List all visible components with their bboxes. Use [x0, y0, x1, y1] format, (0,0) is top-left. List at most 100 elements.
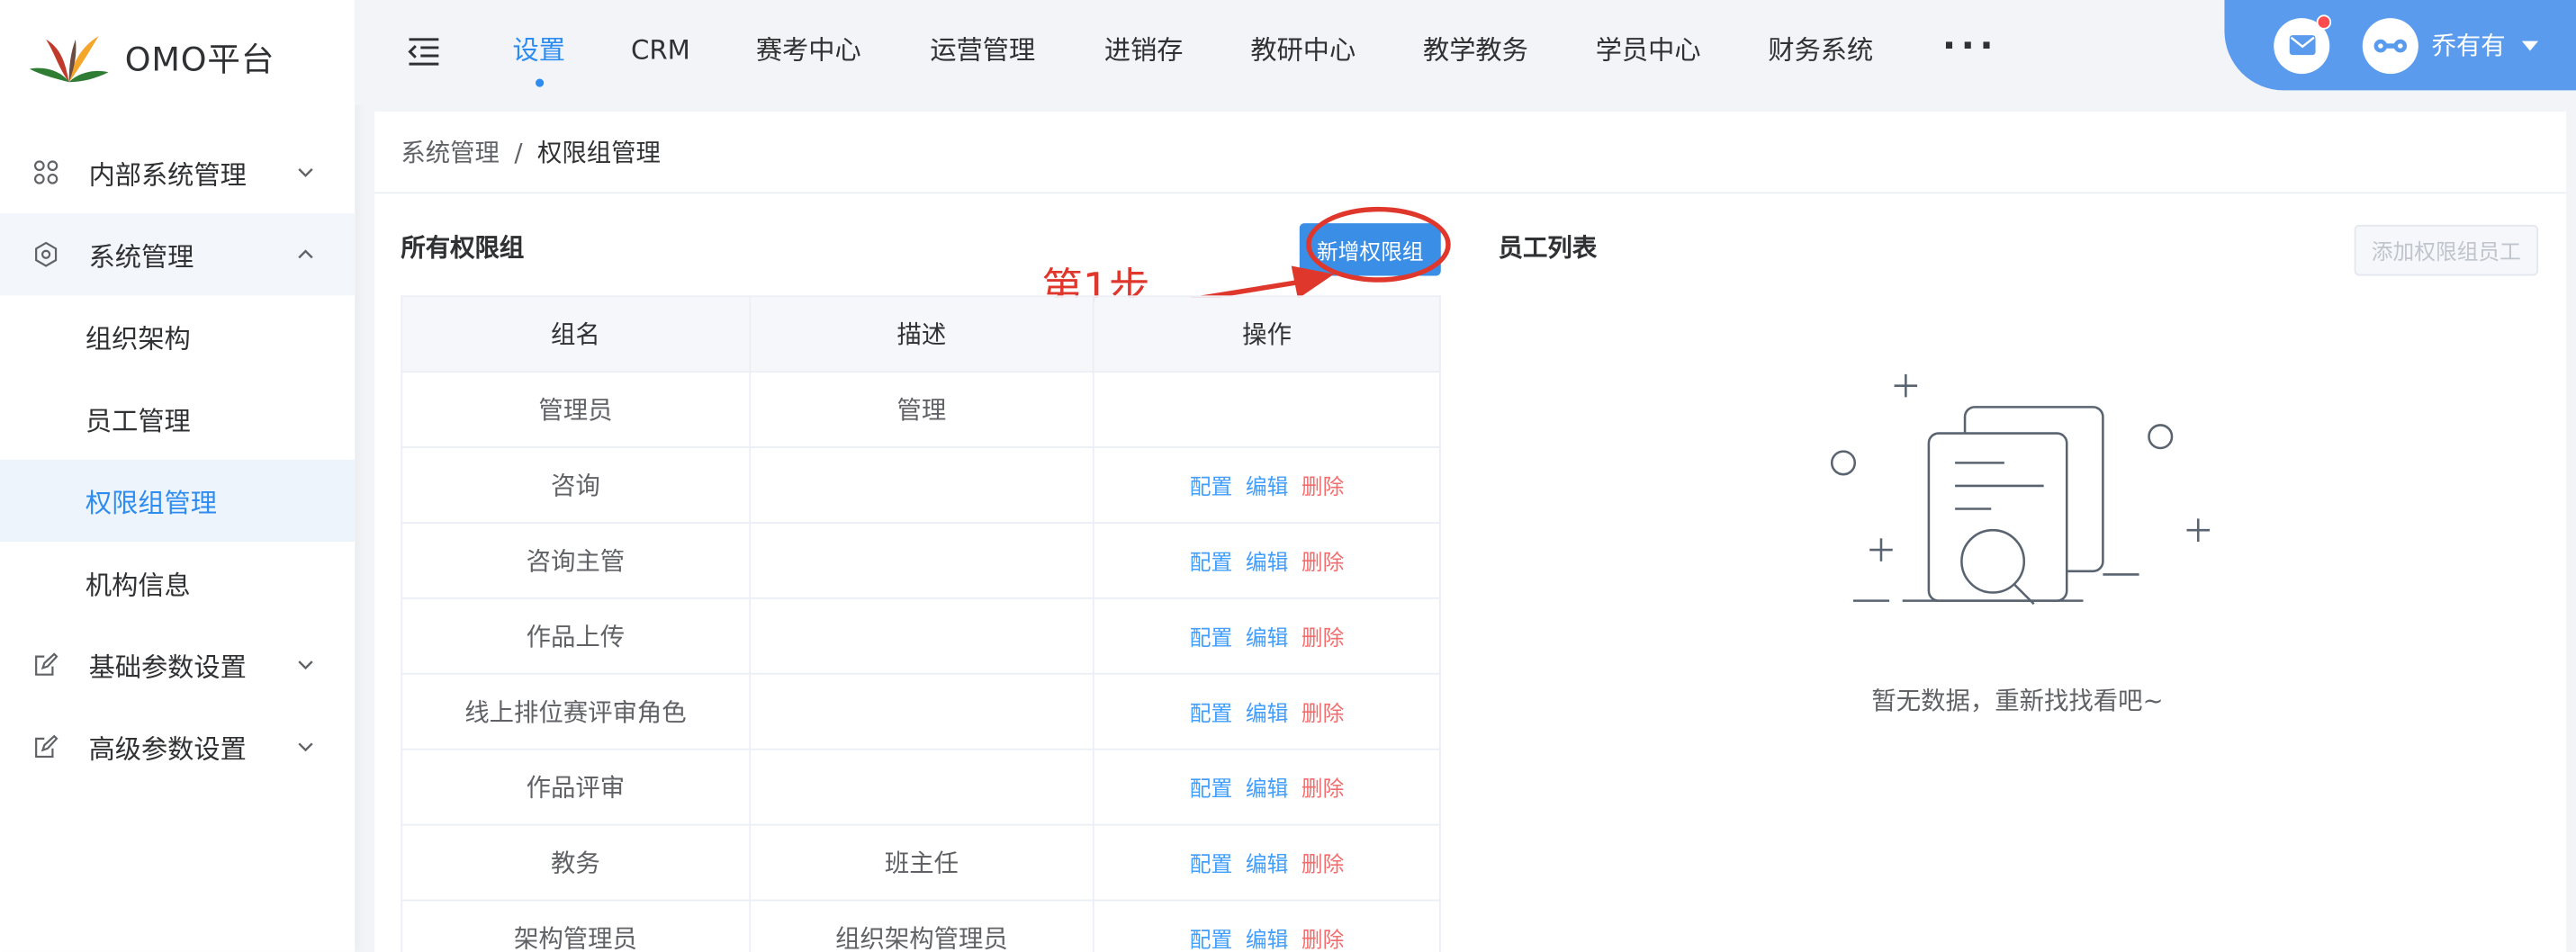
omo-logo-icon [29, 36, 109, 83]
avatar-icon [2373, 38, 2408, 52]
breadcrumb-current: 权限组管理 [537, 138, 661, 168]
app-title: OMO平台 [124, 38, 275, 78]
user-name[interactable]: 乔有有 [2431, 28, 2505, 62]
table-row: 作品上传 配置 编辑 删除 [401, 597, 1441, 675]
message-button[interactable] [2274, 13, 2332, 74]
edit-link[interactable]: 编辑 [1246, 627, 1288, 651]
nav-tabs: 设置 CRM 赛考中心 运营管理 进销存 教研中心 教学教务 学员中心 财务系统… [512, 0, 1998, 105]
top-nav: 设置 CRM 赛考中心 运营管理 进销存 教研中心 教学教务 学员中心 财务系统… [355, 0, 2576, 105]
group-actions-cell: 配置 编辑 删除 [1093, 823, 1441, 902]
add-group-staff-button[interactable]: 添加权限组员工 [2354, 224, 2539, 276]
tab-student-center[interactable]: 学员中心 [1596, 0, 1701, 105]
edit-square-icon [33, 733, 59, 759]
more-tabs-button[interactable]: ··· [1942, 0, 1998, 105]
configure-link[interactable]: 配置 [1190, 778, 1232, 803]
delete-link[interactable]: 删除 [1302, 552, 1344, 576]
staff-panel-title: 员工列表 [1498, 233, 1598, 263]
group-actions-cell: 配置 编辑 删除 [1093, 446, 1441, 524]
table-row: 管理员 管理 [401, 371, 1441, 448]
tab-finance[interactable]: 财务系统 [1768, 0, 1873, 105]
breadcrumb: 系统管理 / 权限组管理 [374, 112, 2567, 194]
breadcrumb-parent[interactable]: 系统管理 [401, 135, 500, 169]
empty-state-text: 暂无数据，重新找找看吧~ [1871, 686, 2164, 716]
table-row: 作品评审 配置 编辑 删除 [401, 748, 1441, 826]
avatar[interactable] [2362, 17, 2418, 74]
configure-link[interactable]: 配置 [1190, 929, 1232, 952]
sidebar-item-system-management[interactable]: 系统管理 [0, 213, 356, 296]
configure-link[interactable]: 配置 [1190, 854, 1232, 878]
configure-link[interactable]: 配置 [1190, 627, 1232, 651]
group-description-cell: 班主任 [748, 823, 1095, 902]
empty-state-illustration-icon [1830, 373, 2211, 606]
group-actions-cell: 配置 编辑 删除 [1093, 899, 1441, 952]
delete-link[interactable]: 删除 [1302, 854, 1344, 878]
breadcrumb-separator: / [514, 137, 523, 167]
mail-icon [2288, 35, 2315, 56]
group-name-cell: 咨询 [401, 446, 751, 524]
edit-link[interactable]: 编辑 [1246, 476, 1288, 500]
sidebar-item-label: 内部系统管理 [88, 158, 247, 191]
group-name-cell: 咨询主管 [401, 522, 751, 599]
logo[interactable]: OMO平台 [26, 26, 275, 85]
group-description-cell [748, 597, 1095, 675]
groups-panel-title: 所有权限组 [401, 233, 525, 263]
sidebar-subitem-institution-info[interactable]: 机构信息 [0, 542, 355, 624]
user-panel: 乔有有 [2224, 0, 2576, 91]
group-name-cell: 作品评审 [401, 748, 751, 826]
edit-link[interactable]: 编辑 [1246, 778, 1288, 803]
permission-groups-table: 组名 描述 操作 管理员 管理 咨询 配置 编辑 删除 咨询主管 配置 编辑 删除 作品上传 配置 编辑… [401, 295, 1441, 952]
tab-teaching-affairs[interactable]: 教学教务 [1423, 0, 1528, 105]
edit-link[interactable]: 编辑 [1246, 552, 1288, 576]
delete-link[interactable]: 删除 [1302, 929, 1344, 952]
sidebar-item-internal-system[interactable]: 内部系统管理 [0, 131, 355, 213]
configure-link[interactable]: 配置 [1190, 703, 1232, 727]
sidebar-item-label: 系统管理 [88, 241, 194, 273]
chevron-down-icon [298, 168, 313, 177]
configure-link[interactable]: 配置 [1190, 476, 1232, 500]
group-name-cell: 管理员 [401, 371, 751, 448]
tab-research-center[interactable]: 教研中心 [1250, 0, 1356, 105]
table-header-row: 组名 描述 操作 [401, 295, 1441, 373]
sidebar-item-advanced-params[interactable]: 高级参数设置 [0, 705, 355, 787]
tab-crm[interactable]: CRM [631, 0, 690, 105]
sidebar-subitem-permission-groups[interactable]: 权限组管理 [0, 459, 356, 542]
group-name-cell: 教务 [401, 823, 751, 902]
edit-link[interactable]: 编辑 [1246, 854, 1288, 878]
sidebar-item-label: 高级参数设置 [88, 733, 247, 766]
grid-icon [33, 159, 59, 185]
notification-dot [2316, 13, 2332, 29]
sidebar-subitem-staff-management[interactable]: 员工管理 [0, 378, 355, 460]
tab-inventory[interactable]: 进销存 [1104, 0, 1184, 105]
group-name-cell: 架构管理员 [401, 899, 751, 952]
delete-link[interactable]: 删除 [1302, 476, 1344, 500]
sidebar-item-label: 基础参数设置 [88, 651, 247, 683]
delete-link[interactable]: 删除 [1302, 703, 1344, 727]
caret-down-icon[interactable] [2521, 40, 2539, 50]
edit-link[interactable]: 编辑 [1246, 703, 1288, 727]
main-content: 系统管理 / 权限组管理 所有权限组 新增权限组 第1步 组名 描述 操作 管理… [374, 112, 2567, 952]
tab-settings[interactable]: 设置 [512, 0, 565, 105]
delete-link[interactable]: 删除 [1302, 627, 1344, 651]
configure-link[interactable]: 配置 [1190, 552, 1232, 576]
column-header-name: 组名 [401, 295, 751, 373]
sidebar: OMO平台 内部系统管理 系统管理 组织架构 员工管理 权限组管理 机构信息 基… [0, 0, 356, 952]
edit-square-icon [33, 651, 59, 678]
column-header-description: 描述 [748, 295, 1095, 373]
column-header-actions: 操作 [1093, 295, 1441, 373]
chevron-up-icon [298, 249, 313, 259]
group-description-cell [748, 748, 1095, 826]
tab-operations[interactable]: 运营管理 [930, 0, 1035, 105]
sidebar-item-basic-params[interactable]: 基础参数设置 [0, 624, 355, 705]
group-description-cell: 管理 [748, 371, 1095, 448]
menu-collapse-icon[interactable] [408, 36, 441, 66]
hexagon-settings-icon [33, 241, 59, 267]
group-description-cell [748, 522, 1095, 599]
sidebar-subitem-org-structure[interactable]: 组织架构 [0, 295, 355, 377]
edit-link[interactable]: 编辑 [1246, 929, 1288, 952]
sidebar-menu: 内部系统管理 系统管理 组织架构 员工管理 权限组管理 机构信息 基础参数设置 [0, 131, 356, 788]
group-description-cell: 组织架构管理员 [748, 899, 1095, 952]
delete-link[interactable]: 删除 [1302, 778, 1344, 803]
table-row: 咨询主管 配置 编辑 删除 [401, 522, 1441, 599]
tab-exam-center[interactable]: 赛考中心 [756, 0, 861, 105]
group-description-cell [748, 672, 1095, 750]
